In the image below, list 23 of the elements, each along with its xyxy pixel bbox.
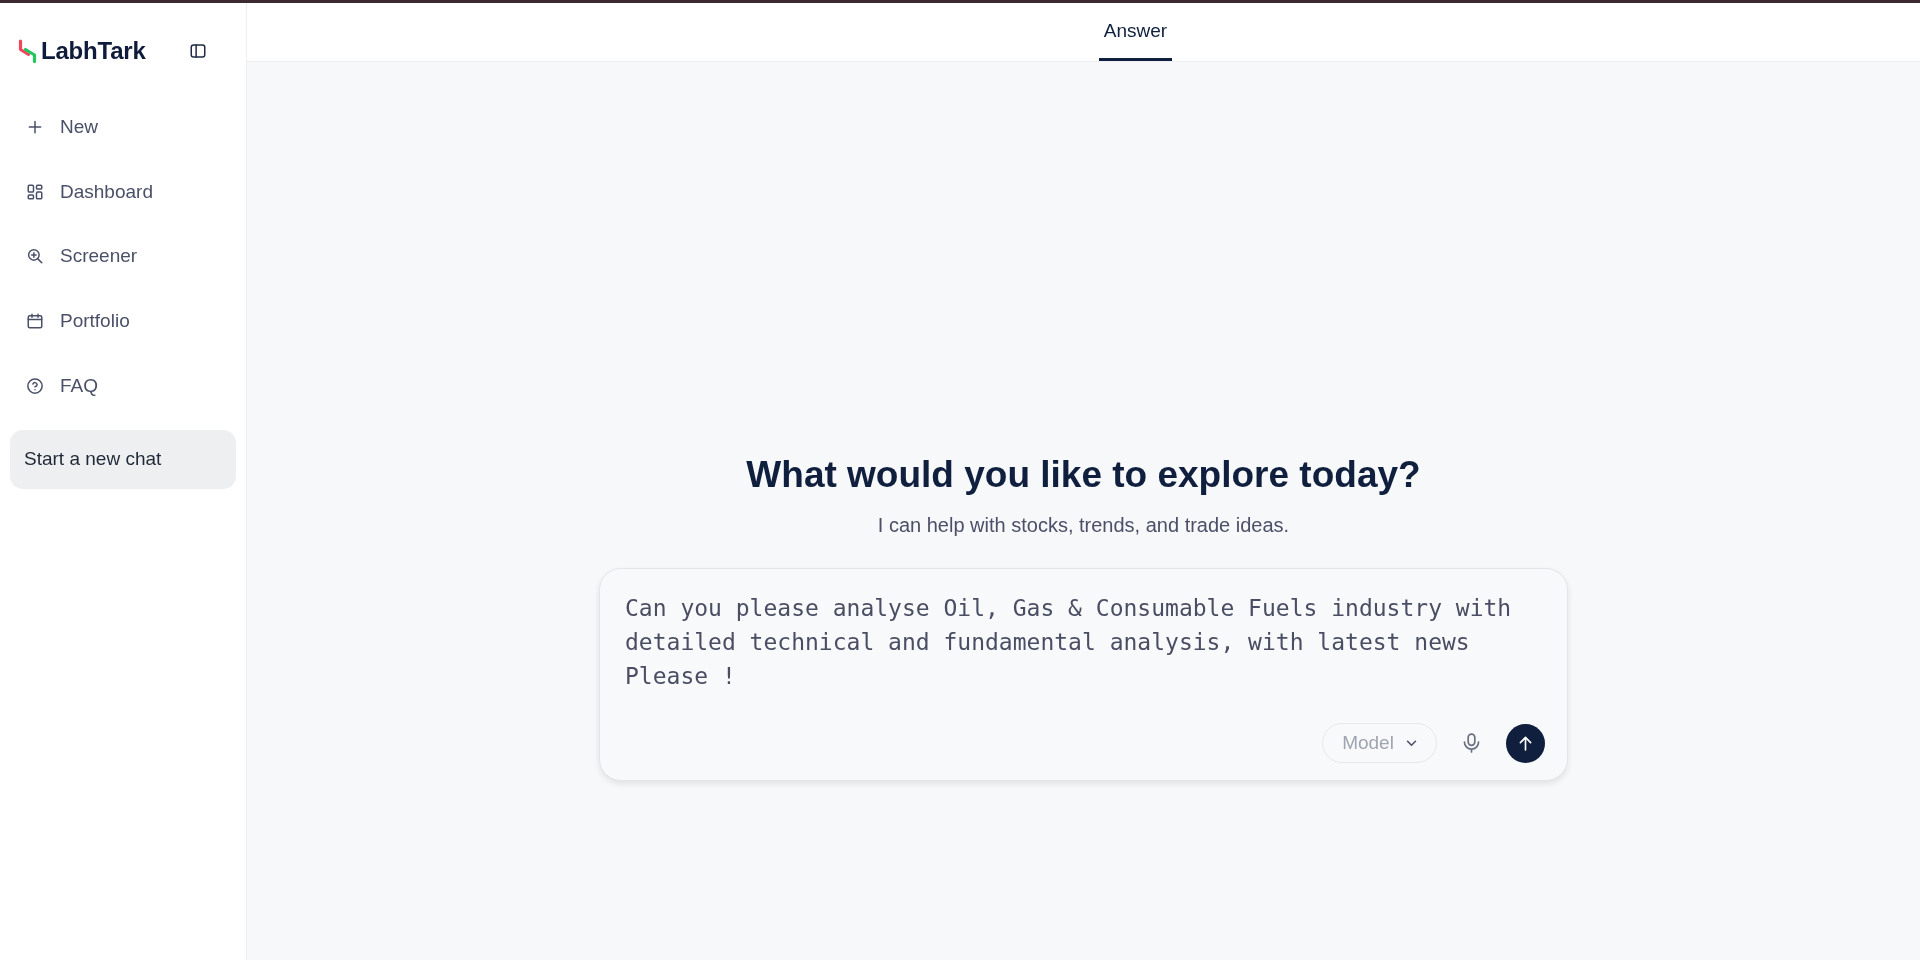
nav-item[interactable]: New: [10, 105, 236, 149]
nav-item[interactable]: Dashboard: [10, 169, 236, 214]
brand-name: LabhTark: [41, 37, 146, 65]
tab[interactable]: Answer: [1098, 3, 1173, 61]
nav-item[interactable]: Screener: [10, 234, 236, 279]
nav-item[interactable]: FAQ: [10, 363, 236, 408]
message-input[interactable]: Can you please analyse Oil, Gas & Consumable Fuels industry with detailed technical and fundamental analysis, with latest news Please !: [625, 591, 1545, 701]
logo-icon: [18, 39, 37, 63]
chevron-down-icon: [1405, 739, 1417, 747]
chat-item[interactable]: Start a new chat: [10, 429, 236, 489]
nav-item[interactable]: Portfolio: [10, 299, 236, 344]
question-icon: [26, 376, 44, 395]
send-button[interactable]: [1506, 723, 1545, 763]
sidebar-icon[interactable]: [189, 42, 207, 60]
subheading: I can help with stocks, trends, and trade ideas.: [877, 513, 1290, 538]
microphone-icon[interactable]: [1463, 733, 1480, 753]
plus-icon: [26, 118, 44, 136]
arrow-up-icon: [1519, 735, 1532, 751]
message-composer[interactable]: Can you please analyse Oil, Gas & Consumable Fuels industry with detailed technical and fundamental analysis, with latest news Please ! Model: [599, 568, 1568, 781]
dashboard-icon: [26, 182, 44, 201]
zoom-in-icon: [26, 247, 44, 266]
calendar-icon: [26, 312, 44, 331]
heading: What would you like to explore today?: [746, 453, 1421, 497]
